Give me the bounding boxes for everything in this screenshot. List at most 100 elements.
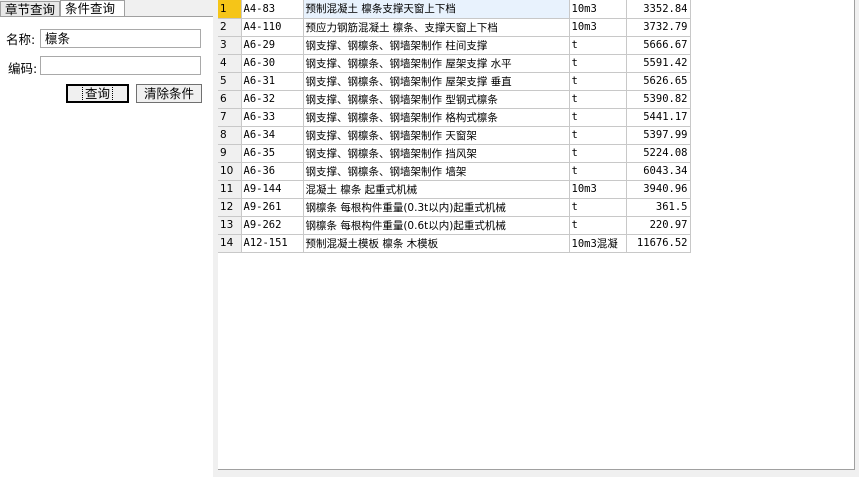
row-unit[interactable]: t — [569, 198, 627, 217]
row-number[interactable]: 10 — [218, 162, 242, 181]
row-unit[interactable]: t — [569, 216, 627, 235]
query-button-label: 查询 — [81, 85, 114, 102]
row-price[interactable]: 5397.99 — [626, 126, 691, 145]
row-price[interactable]: 3732.79 — [626, 18, 691, 37]
table-row[interactable]: 1 A4-83 预制混凝土 檩条支撑天窗上下档 10m3 3352.84 — [218, 0, 691, 19]
row-code[interactable]: A6-34 — [241, 126, 304, 145]
row-number[interactable]: 4 — [218, 54, 242, 73]
row-unit[interactable]: t — [569, 90, 627, 109]
row-number[interactable]: 12 — [218, 198, 242, 217]
row-code[interactable]: A9-144 — [241, 180, 304, 199]
table-row[interactable]: 11 A9-144 混凝土 檩条 起重式机械 10m3 3940.96 — [218, 180, 691, 199]
row-code[interactable]: A9-262 — [241, 216, 304, 235]
row-unit[interactable]: t — [569, 36, 627, 55]
code-label: 编码: — [8, 61, 38, 76]
row-unit[interactable]: t — [569, 72, 627, 91]
table-row[interactable]: 10 A6-36 钢支撑、钢檩条、钢墙架制作 墙架 t 6043.34 — [218, 162, 691, 181]
row-code[interactable]: A6-31 — [241, 72, 304, 91]
row-name[interactable]: 钢支撑、钢檩条、钢墙架制作 墙架 — [303, 162, 570, 181]
row-name[interactable]: 预制混凝土模板 檩条 木模板 — [303, 234, 570, 253]
query-button[interactable]: 查询 — [66, 84, 129, 103]
table-row[interactable]: 6 A6-32 钢支撑、钢檩条、钢墙架制作 型钢式檩条 t 5390.82 — [218, 90, 691, 109]
row-price[interactable]: 220.97 — [626, 216, 691, 235]
table-row[interactable]: 8 A6-34 钢支撑、钢檩条、钢墙架制作 天窗架 t 5397.99 — [218, 126, 691, 145]
row-number[interactable]: 9 — [218, 144, 242, 163]
row-price[interactable]: 11676.52 — [626, 234, 691, 253]
row-price[interactable]: 6043.34 — [626, 162, 691, 181]
row-code[interactable]: A9-261 — [241, 198, 304, 217]
name-label: 名称: — [6, 32, 36, 47]
row-name[interactable]: 钢支撑、钢檩条、钢墙架制作 屋架支撑 垂直 — [303, 72, 570, 91]
row-code[interactable]: A6-29 — [241, 36, 304, 55]
table-row[interactable]: 12 A9-261 钢檩条 每根构件重量(0.3t以内)起重式机械 t 361.5 — [218, 198, 691, 217]
row-price[interactable]: 361.5 — [626, 198, 691, 217]
table-row[interactable]: 7 A6-33 钢支撑、钢檩条、钢墙架制作 格构式檩条 t 5441.17 — [218, 108, 691, 127]
row-code[interactable]: A12-151 — [241, 234, 304, 253]
results-grid: 1 A4-83 预制混凝土 檩条支撑天窗上下档 10m3 3352.84 2 A4-110 预… — [218, 0, 855, 470]
row-unit[interactable]: t — [569, 162, 627, 181]
row-price[interactable]: 5626.65 — [626, 72, 691, 91]
condition-query-form: 名称: 檩条 编码: 查询 清除条件 — [0, 16, 213, 477]
row-name[interactable]: 预制混凝土 檩条支撑天窗上下档 — [303, 0, 570, 19]
row-number[interactable]: 11 — [218, 180, 242, 199]
clear-conditions-button[interactable]: 清除条件 — [136, 84, 202, 103]
row-price[interactable]: 5441.17 — [626, 108, 691, 127]
row-price[interactable]: 5666.67 — [626, 36, 691, 55]
row-price[interactable]: 3352.84 — [626, 0, 691, 19]
row-number[interactable]: 5 — [218, 72, 242, 91]
row-unit[interactable]: t — [569, 54, 627, 73]
row-price[interactable]: 5224.08 — [626, 144, 691, 163]
table-row[interactable]: 14 A12-151 预制混凝土模板 檩条 木模板 10m3混凝 11676.52 — [218, 234, 691, 253]
name-input[interactable]: 檩条 — [40, 29, 201, 48]
row-price[interactable]: 5591.42 — [626, 54, 691, 73]
search-panel: 章节查询 条件查询 名称: 檩条 编码: 查询 清除条件 — [0, 0, 213, 477]
table-row[interactable]: 5 A6-31 钢支撑、钢檩条、钢墙架制作 屋架支撑 垂直 t 5626.65 — [218, 72, 691, 91]
row-name[interactable]: 预应力钢筋混凝土 檩条、支撑天窗上下档 — [303, 18, 570, 37]
row-name[interactable]: 钢支撑、钢檩条、钢墙架制作 柱间支撑 — [303, 36, 570, 55]
row-unit[interactable]: t — [569, 108, 627, 127]
row-name[interactable]: 钢支撑、钢檩条、钢墙架制作 屋架支撑 水平 — [303, 54, 570, 73]
row-code[interactable]: A4-83 — [241, 0, 304, 19]
tab-strip: 章节查询 条件查询 — [0, 0, 213, 17]
code-input[interactable] — [40, 56, 201, 75]
row-price[interactable]: 5390.82 — [626, 90, 691, 109]
row-code[interactable]: A6-32 — [241, 90, 304, 109]
window-edge — [855, 0, 859, 477]
row-unit[interactable]: 10m3 — [569, 180, 627, 199]
row-name[interactable]: 钢檩条 每根构件重量(0.3t以内)起重式机械 — [303, 198, 570, 217]
row-code[interactable]: A6-30 — [241, 54, 304, 73]
row-name[interactable]: 钢支撑、钢檩条、钢墙架制作 挡风架 — [303, 144, 570, 163]
row-name[interactable]: 钢支撑、钢檩条、钢墙架制作 格构式檩条 — [303, 108, 570, 127]
row-unit[interactable]: 10m3 — [569, 0, 627, 19]
row-number[interactable]: 13 — [218, 216, 242, 235]
row-unit[interactable]: t — [569, 144, 627, 163]
results-table-body: 1 A4-83 预制混凝土 檩条支撑天窗上下档 10m3 3352.84 2 A4-110 预… — [218, 0, 691, 253]
results-table: 1 A4-83 预制混凝土 檩条支撑天窗上下档 10m3 3352.84 2 A4-110 预… — [218, 0, 691, 253]
row-number[interactable]: 7 — [218, 108, 242, 127]
table-row[interactable]: 4 A6-30 钢支撑、钢檩条、钢墙架制作 屋架支撑 水平 t 5591.42 — [218, 54, 691, 73]
row-number[interactable]: 1 — [218, 0, 242, 19]
row-number[interactable]: 6 — [218, 90, 242, 109]
row-name[interactable]: 钢檩条 每根构件重量(0.6t以内)起重式机械 — [303, 216, 570, 235]
table-row[interactable]: 2 A4-110 预应力钢筋混凝土 檩条、支撑天窗上下档 10m3 3732.79 — [218, 18, 691, 37]
table-row[interactable]: 13 A9-262 钢檩条 每根构件重量(0.6t以内)起重式机械 t 220.97 — [218, 216, 691, 235]
row-number[interactable]: 2 — [218, 18, 242, 37]
row-number[interactable]: 14 — [218, 234, 242, 253]
row-code[interactable]: A6-35 — [241, 144, 304, 163]
table-row[interactable]: 9 A6-35 钢支撑、钢檩条、钢墙架制作 挡风架 t 5224.08 — [218, 144, 691, 163]
row-number[interactable]: 3 — [218, 36, 242, 55]
row-name[interactable]: 钢支撑、钢檩条、钢墙架制作 天窗架 — [303, 126, 570, 145]
tab-condition-query[interactable]: 条件查询 — [60, 0, 125, 17]
row-code[interactable]: A6-33 — [241, 108, 304, 127]
row-code[interactable]: A6-36 — [241, 162, 304, 181]
row-code[interactable]: A4-110 — [241, 18, 304, 37]
row-name[interactable]: 混凝土 檩条 起重式机械 — [303, 180, 570, 199]
table-row[interactable]: 3 A6-29 钢支撑、钢檩条、钢墙架制作 柱间支撑 t 5666.67 — [218, 36, 691, 55]
row-unit[interactable]: 10m3混凝 — [569, 234, 627, 253]
tab-chapter-query[interactable]: 章节查询 — [0, 1, 60, 17]
row-number[interactable]: 8 — [218, 126, 242, 145]
row-price[interactable]: 3940.96 — [626, 180, 691, 199]
row-unit[interactable]: t — [569, 126, 627, 145]
row-name[interactable]: 钢支撑、钢檩条、钢墙架制作 型钢式檩条 — [303, 90, 570, 109]
row-unit[interactable]: 10m3 — [569, 18, 627, 37]
